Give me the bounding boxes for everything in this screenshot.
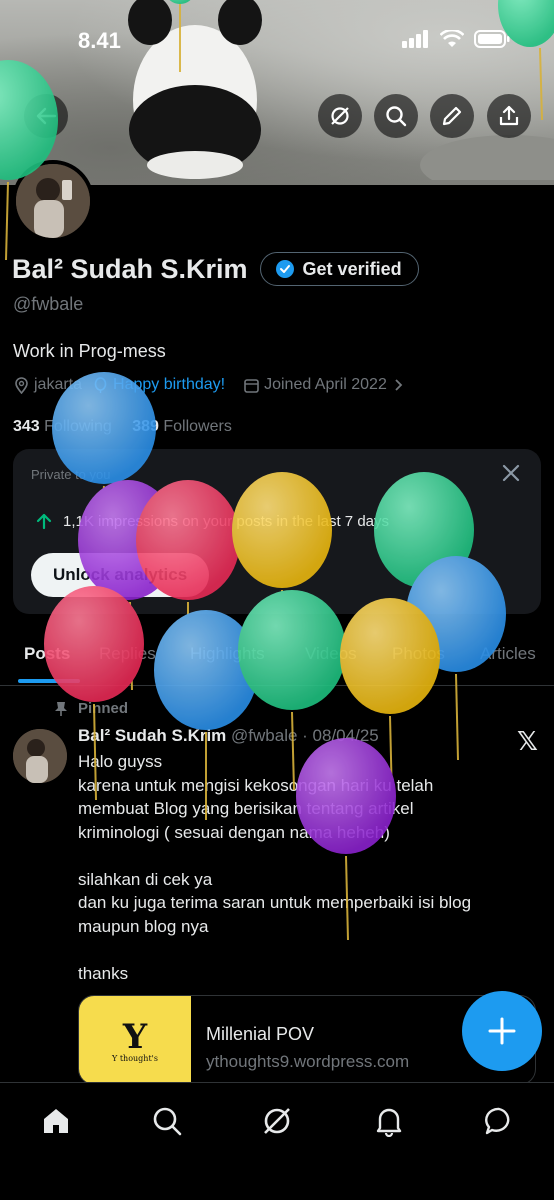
profile-joined: Joined April 2022	[264, 376, 387, 393]
share-icon	[499, 105, 519, 126]
panda-photo	[128, 0, 262, 179]
post-line: Halo guyss	[78, 752, 163, 771]
back-button[interactable]	[24, 94, 68, 138]
tab-highlights[interactable]: Highlights	[190, 644, 265, 664]
search-button[interactable]	[374, 94, 418, 138]
get-verified-label: Get verified	[302, 258, 402, 279]
home-icon	[44, 1109, 68, 1133]
nav-grok[interactable]	[257, 1101, 297, 1141]
get-verified-button[interactable]: Get verified	[259, 252, 419, 286]
location-icon	[15, 376, 28, 394]
post-meta: @fwbale · 08/04/25	[231, 726, 379, 745]
post-line: maupun blog nya	[78, 916, 209, 936]
tab-posts[interactable]: Posts	[24, 644, 70, 664]
grok-icon	[331, 107, 349, 125]
follow-stats: 343 Following 389 Followers	[13, 418, 232, 436]
post-header: Bal² Sudah S.Krim @fwbale · 08/04/25	[78, 726, 379, 746]
status-time: 8.41	[78, 28, 121, 53]
post-author[interactable]: Bal² Sudah S.Krim	[78, 726, 226, 745]
tab-indicator	[18, 679, 80, 683]
post-gap	[78, 844, 534, 868]
chevron-right-icon[interactable]	[391, 378, 405, 392]
profile-avatar[interactable]	[12, 160, 94, 242]
pinned-indicator: Pinned	[54, 700, 128, 717]
followers-label: Followers	[163, 418, 232, 435]
link-title: Millenial POV	[206, 1024, 315, 1044]
impressions-row: 1,1K impressions on your posts in the la…	[35, 512, 389, 530]
unlock-analytics-button[interactable]: Unlock analytics	[31, 553, 210, 597]
balloon-small-icon	[94, 376, 107, 393]
balloon-string	[455, 673, 459, 761]
thumbnail-letter: Y	[122, 1016, 148, 1057]
plus-icon	[488, 1017, 516, 1045]
post-line: membuat Blog yang berisikan tentang arti…	[78, 799, 414, 818]
profile-bio: Work in Prog-mess	[13, 341, 166, 361]
thumbnail-caption: Y thought's	[112, 1053, 158, 1063]
following-count: 343	[13, 418, 40, 435]
tab-replies[interactable]: Replies	[99, 644, 156, 664]
profile-handle: @fwbale	[13, 294, 84, 314]
followers-count: 389	[132, 418, 159, 435]
status-bar: 8.41	[0, 28, 554, 58]
tab-videos[interactable]: Videos	[305, 644, 357, 664]
profile-name-row: Bal² Sudah S.Krim Get verified	[12, 252, 419, 286]
edit-button[interactable]	[430, 94, 474, 138]
messages-icon	[485, 1107, 510, 1135]
profile-name: Bal² Sudah S.Krim	[12, 253, 248, 284]
balloon-string	[5, 181, 9, 261]
followers-link[interactable]: 389 Followers	[132, 418, 232, 435]
impressions-text: 1,1K impressions on your posts in the la…	[63, 512, 390, 530]
avatar-photo	[16, 164, 90, 238]
calendar-icon	[244, 378, 259, 393]
post-line: silahkan di cek ya	[78, 869, 213, 889]
nav-search[interactable]	[147, 1101, 187, 1141]
close-icon[interactable]	[501, 463, 521, 483]
profile-birthday[interactable]: Happy birthday!	[113, 376, 225, 394]
post-gap	[78, 938, 534, 962]
compose-button[interactable]	[462, 991, 542, 1071]
grok-button[interactable]	[318, 94, 362, 138]
edit-icon	[442, 106, 462, 126]
private-label: Private to you	[31, 467, 111, 482]
verified-badge-icon	[275, 260, 294, 278]
post-avatar[interactable]	[13, 729, 67, 783]
pinned-label: Pinned	[78, 700, 129, 717]
post-text: Halo guyss karena untuk mengisi kekosong…	[78, 750, 534, 985]
pin-icon	[55, 701, 67, 716]
notifications-icon	[376, 1108, 402, 1137]
nav-home[interactable]	[36, 1101, 76, 1141]
nav-messages[interactable]	[479, 1101, 519, 1141]
post-avatar-photo	[13, 729, 67, 783]
share-button[interactable]	[487, 94, 531, 138]
profile-location: jakarta	[34, 376, 83, 393]
following-link[interactable]: 343 Following	[13, 418, 112, 435]
search-icon	[386, 106, 407, 127]
arrow-up-icon	[36, 513, 52, 530]
post-line: kriminologi ( sesuai dengan nama heheh)	[78, 822, 390, 842]
post-line: dan ku juga terima saran untuk memperbai…	[78, 893, 472, 912]
bottom-navigation	[0, 1082, 554, 1200]
signal-icon	[402, 30, 428, 48]
profile-meta: jakarta Happy birthday! Joined April 202…	[13, 376, 405, 394]
tab-articles[interactable]: Articles	[480, 644, 536, 664]
analytics-card: Private to you 1,1K impressions on your …	[13, 449, 541, 614]
status-icons	[402, 30, 510, 48]
post-line: karena untuk mengisi kekosongan hari ku …	[78, 775, 434, 795]
profile-tabs: Posts Replies Highlights Videos Photos A…	[0, 630, 554, 686]
link-thumbnail: Y Y thought's	[79, 996, 191, 1084]
search-icon	[153, 1107, 182, 1136]
following-label: Following	[44, 418, 112, 435]
battery-icon	[474, 30, 510, 48]
wifi-icon	[440, 30, 464, 47]
back-icon	[36, 107, 57, 125]
tab-photos[interactable]: Photos	[392, 644, 445, 664]
grok-icon	[264, 1108, 290, 1134]
post-line: thanks	[78, 963, 129, 983]
link-domain: ythoughts9.wordpress.com	[206, 1052, 410, 1071]
nav-notifications[interactable]	[369, 1101, 409, 1141]
